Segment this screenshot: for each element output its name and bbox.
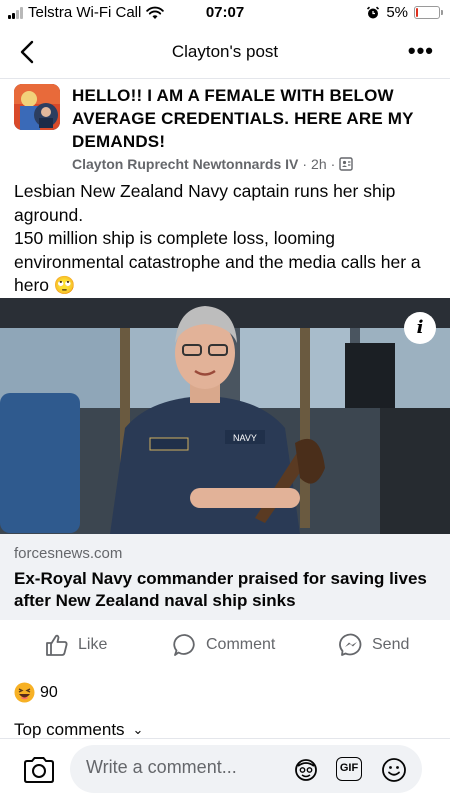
battery-icon [414, 6, 443, 19]
thumbs-up-icon [46, 634, 68, 656]
link-headline: Ex-Royal Navy commander praised for savi… [14, 569, 427, 610]
comment-icon [173, 634, 195, 656]
post-meta: Clayton Ruprecht Newtonnards IV · 2h · [72, 156, 353, 172]
status-right: 5% [366, 4, 443, 21]
navy-badge-text: NAVY [233, 433, 257, 443]
link-domain: forcesnews.com [14, 545, 123, 562]
battery-level [416, 8, 418, 17]
post-actions: Like Comment Send [0, 626, 450, 666]
top-comments-label: Top comments [14, 722, 125, 738]
send-button[interactable]: Send [338, 632, 409, 658]
info-icon[interactable]: i [404, 312, 436, 344]
meta-separator-2: · [330, 156, 336, 172]
avatar[interactable] [14, 84, 60, 130]
battery-percent: 5% [386, 4, 408, 21]
laughing-emoji [14, 682, 35, 703]
top-comments-filter[interactable]: Top comments ⌄ [14, 722, 143, 738]
post-time[interactable]: 2h [311, 156, 327, 172]
chevron-down-icon: ⌄ [132, 722, 144, 737]
comment-box[interactable]: GIF [70, 745, 422, 793]
header-divider [0, 78, 450, 79]
post-text: Lesbian New Zealand Navy captain runs he… [14, 181, 421, 295]
camera-icon[interactable] [22, 755, 56, 785]
navy-officer-photo: NAVY [0, 298, 450, 534]
gif-icon[interactable]: GIF [336, 757, 362, 781]
comment-input[interactable] [86, 757, 286, 778]
post-body: Lesbian New Zealand Navy captain runs he… [14, 180, 438, 298]
reaction-count: 90 [40, 683, 58, 701]
comment-label: Comment [206, 636, 276, 653]
link-preview-info[interactable]: forcesnews.com Ex-Royal Navy commander p… [0, 534, 450, 620]
reaction-summary[interactable]: 90 [14, 682, 58, 703]
page-title: Clayton's post [171, 42, 279, 61]
avatar-sticker-icon[interactable] [292, 756, 320, 784]
comment-button[interactable]: Comment [172, 632, 275, 658]
emoji-icon[interactable] [380, 756, 408, 784]
like-button[interactable]: Like [44, 632, 107, 658]
post-title: HELLO!! I AM A FEMALE WITH BELOW AVERAGE… [72, 86, 414, 151]
nav-bar: Clayton's post ••• [0, 30, 450, 74]
link-preview-image[interactable]: NAVY i [0, 298, 450, 534]
alarm-icon [367, 6, 380, 18]
more-horizontal-icon[interactable]: ••• [408, 38, 434, 64]
meta-separator: · [302, 156, 308, 172]
post-author[interactable]: Clayton Ruprecht Newtonnards IV [72, 156, 298, 172]
send-label: Send [372, 636, 410, 653]
comment-composer: GIF [0, 738, 450, 800]
messenger-icon [339, 633, 362, 656]
friends-list-icon [339, 157, 353, 171]
status-bar: Telstra Wi-Fi Call 07:07 5% [0, 0, 450, 26]
like-label: Like [78, 636, 108, 653]
